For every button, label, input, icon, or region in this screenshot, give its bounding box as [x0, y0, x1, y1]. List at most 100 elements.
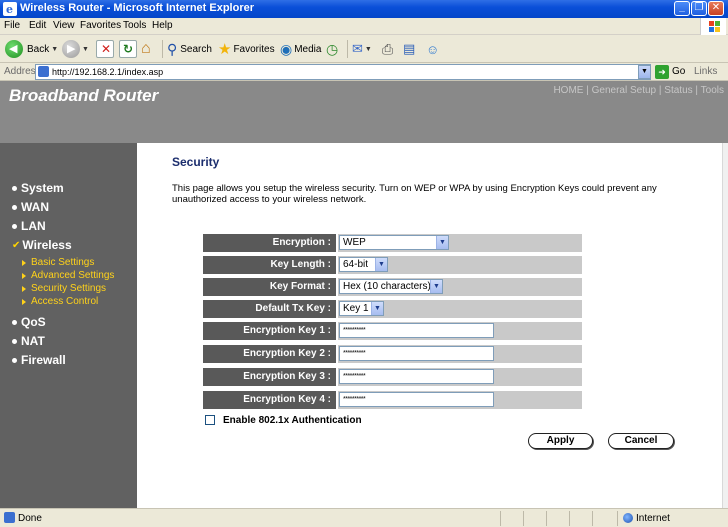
sidebar-item-wireless[interactable]: ✔ Wireless — [12, 238, 72, 252]
forward-arrow-icon: ▶ — [62, 40, 80, 58]
menu-bar: File Edit View Favorites Tools Help — [0, 18, 728, 35]
key-format-label: Key Format : — [203, 278, 336, 296]
key-format-select[interactable]: Hex (10 characters) ▼ — [339, 279, 443, 294]
go-arrow-icon[interactable]: ➜ — [655, 65, 669, 79]
ie-logo-icon: e — [3, 2, 17, 16]
triangle-right-icon — [22, 259, 26, 266]
encryption-key-2-label: Encryption Key 2 : — [203, 345, 336, 363]
triangle-right-icon — [22, 272, 26, 279]
address-bar: Address http://192.168.2.1/index.asp ▼ ➜… — [0, 63, 728, 81]
messenger-button[interactable]: ☺ — [426, 39, 439, 59]
triangle-right-icon — [22, 285, 26, 292]
chevron-down-icon: ▼ — [375, 258, 387, 271]
back-button[interactable]: ◀ Back ▼ — [5, 39, 58, 59]
links-button[interactable]: Links — [694, 66, 717, 77]
bullet-icon — [12, 357, 17, 363]
media-button[interactable]: ◉ Media — [280, 39, 321, 59]
default-tx-key-select[interactable]: Key 1 ▼ — [339, 301, 384, 316]
encryption-key-1-label: Encryption Key 1 : — [203, 322, 336, 340]
mail-button[interactable]: ✉ ▼ — [352, 39, 372, 59]
default-tx-key-label: Default Tx Key : — [203, 300, 336, 318]
submenu-basic-settings[interactable]: Basic Settings — [22, 257, 94, 268]
refresh-icon: ↻ — [119, 40, 137, 58]
sidebar-item-qos[interactable]: QoS — [12, 315, 46, 329]
edit-icon: ▤ — [403, 41, 416, 56]
bullet-icon — [12, 319, 17, 325]
bullet-icon — [12, 185, 17, 191]
submenu-advanced-settings[interactable]: Advanced Settings — [22, 270, 114, 281]
forward-button[interactable]: ▶ ▼ — [62, 39, 89, 59]
history-button[interactable]: ◷ — [326, 39, 338, 59]
maximize-button[interactable]: ❐ — [691, 1, 707, 16]
sidebar-item-nat[interactable]: NAT — [12, 334, 45, 348]
encryption-key-1-input[interactable]: ********** — [339, 323, 494, 338]
bullet-icon — [12, 223, 17, 229]
nav-tools[interactable]: Tools — [701, 85, 724, 96]
close-button[interactable]: ✕ — [708, 1, 724, 16]
edit-button[interactable]: ▤ — [403, 39, 415, 59]
key-length-label: Key Length : — [203, 256, 336, 274]
sidebar-item-wan[interactable]: WAN — [12, 200, 49, 214]
chevron-down-icon: ▼ — [430, 280, 442, 293]
sidebar-item-lan[interactable]: LAN — [12, 219, 46, 233]
home-icon: ⌂ — [141, 40, 151, 57]
back-arrow-icon: ◀ — [5, 40, 23, 58]
menu-file[interactable]: File — [4, 20, 20, 31]
page-description: This page allows you setup the wireless … — [172, 183, 657, 205]
menu-favorites[interactable]: Favorites — [80, 20, 121, 31]
encryption-select[interactable]: WEP ▼ — [339, 235, 449, 250]
search-button[interactable]: ⚲ Search — [167, 39, 212, 59]
minimize-button[interactable]: _ — [674, 1, 690, 16]
home-button[interactable]: ⌂ — [141, 39, 151, 59]
submenu-security-settings[interactable]: Security Settings — [22, 283, 106, 294]
stop-icon: ✕ — [96, 40, 114, 58]
go-button[interactable]: Go — [672, 66, 685, 77]
page-icon — [38, 66, 49, 77]
sidebar-item-system[interactable]: System — [12, 181, 64, 195]
top-nav: HOME | General Setup | Status | Tools — [553, 85, 724, 96]
menu-tools[interactable]: Tools — [123, 20, 146, 31]
checkmark-icon: ✔ — [12, 239, 21, 251]
stop-button[interactable]: ✕ — [96, 39, 114, 59]
encryption-label: Encryption : — [203, 234, 336, 252]
address-input[interactable]: http://192.168.2.1/index.asp — [35, 64, 651, 80]
svg-text:e: e — [6, 3, 13, 16]
menu-help[interactable]: Help — [152, 20, 173, 31]
encryption-key-4-label: Encryption Key 4 : — [203, 391, 336, 409]
cancel-button[interactable]: Cancel — [608, 433, 674, 449]
apply-button[interactable]: Apply — [528, 433, 593, 449]
windows-logo-icon — [700, 18, 726, 35]
mail-dropdown-icon: ▼ — [364, 45, 372, 53]
forward-dropdown-icon: ▼ — [82, 45, 89, 53]
menu-edit[interactable]: Edit — [29, 20, 46, 31]
chevron-down-icon: ▼ — [371, 302, 383, 315]
address-dropdown-icon[interactable]: ▼ — [638, 65, 651, 79]
nav-home[interactable]: HOME — [553, 85, 583, 96]
sidebar-item-firewall[interactable]: Firewall — [12, 353, 66, 367]
brand-title: Broadband Router — [9, 86, 159, 105]
print-button[interactable]: ⎙ — [382, 39, 393, 59]
encryption-key-4-input[interactable]: ********** — [339, 392, 494, 407]
page-done-icon — [4, 512, 15, 523]
page-title: Security — [172, 155, 220, 169]
nav-status[interactable]: Status — [664, 85, 692, 96]
encryption-key-2-input[interactable]: ********** — [339, 346, 494, 361]
submenu-access-control[interactable]: Access Control — [22, 296, 98, 307]
enable-8021x-checkbox[interactable] — [205, 415, 215, 425]
nav-general-setup[interactable]: General Setup — [592, 85, 657, 96]
window-title: Wireless Router - Microsoft Internet Exp… — [20, 2, 255, 14]
print-icon: ⎙ — [382, 40, 394, 57]
chevron-down-icon: ▼ — [436, 236, 448, 249]
history-icon: ◷ — [326, 40, 339, 57]
favorites-star-icon: ★ — [218, 41, 232, 58]
key-length-select[interactable]: 64-bit ▼ — [339, 257, 388, 272]
media-icon: ◉ — [280, 40, 293, 57]
security-zone: Internet — [636, 513, 670, 524]
status-text: Done — [18, 513, 42, 524]
encryption-key-3-input[interactable]: ********** — [339, 369, 494, 384]
messenger-icon: ☺ — [426, 41, 440, 57]
back-dropdown-icon: ▼ — [51, 45, 59, 53]
menu-view[interactable]: View — [53, 20, 75, 31]
refresh-button[interactable]: ↻ — [119, 39, 137, 59]
favorites-button[interactable]: ★ Favorites — [218, 39, 275, 59]
